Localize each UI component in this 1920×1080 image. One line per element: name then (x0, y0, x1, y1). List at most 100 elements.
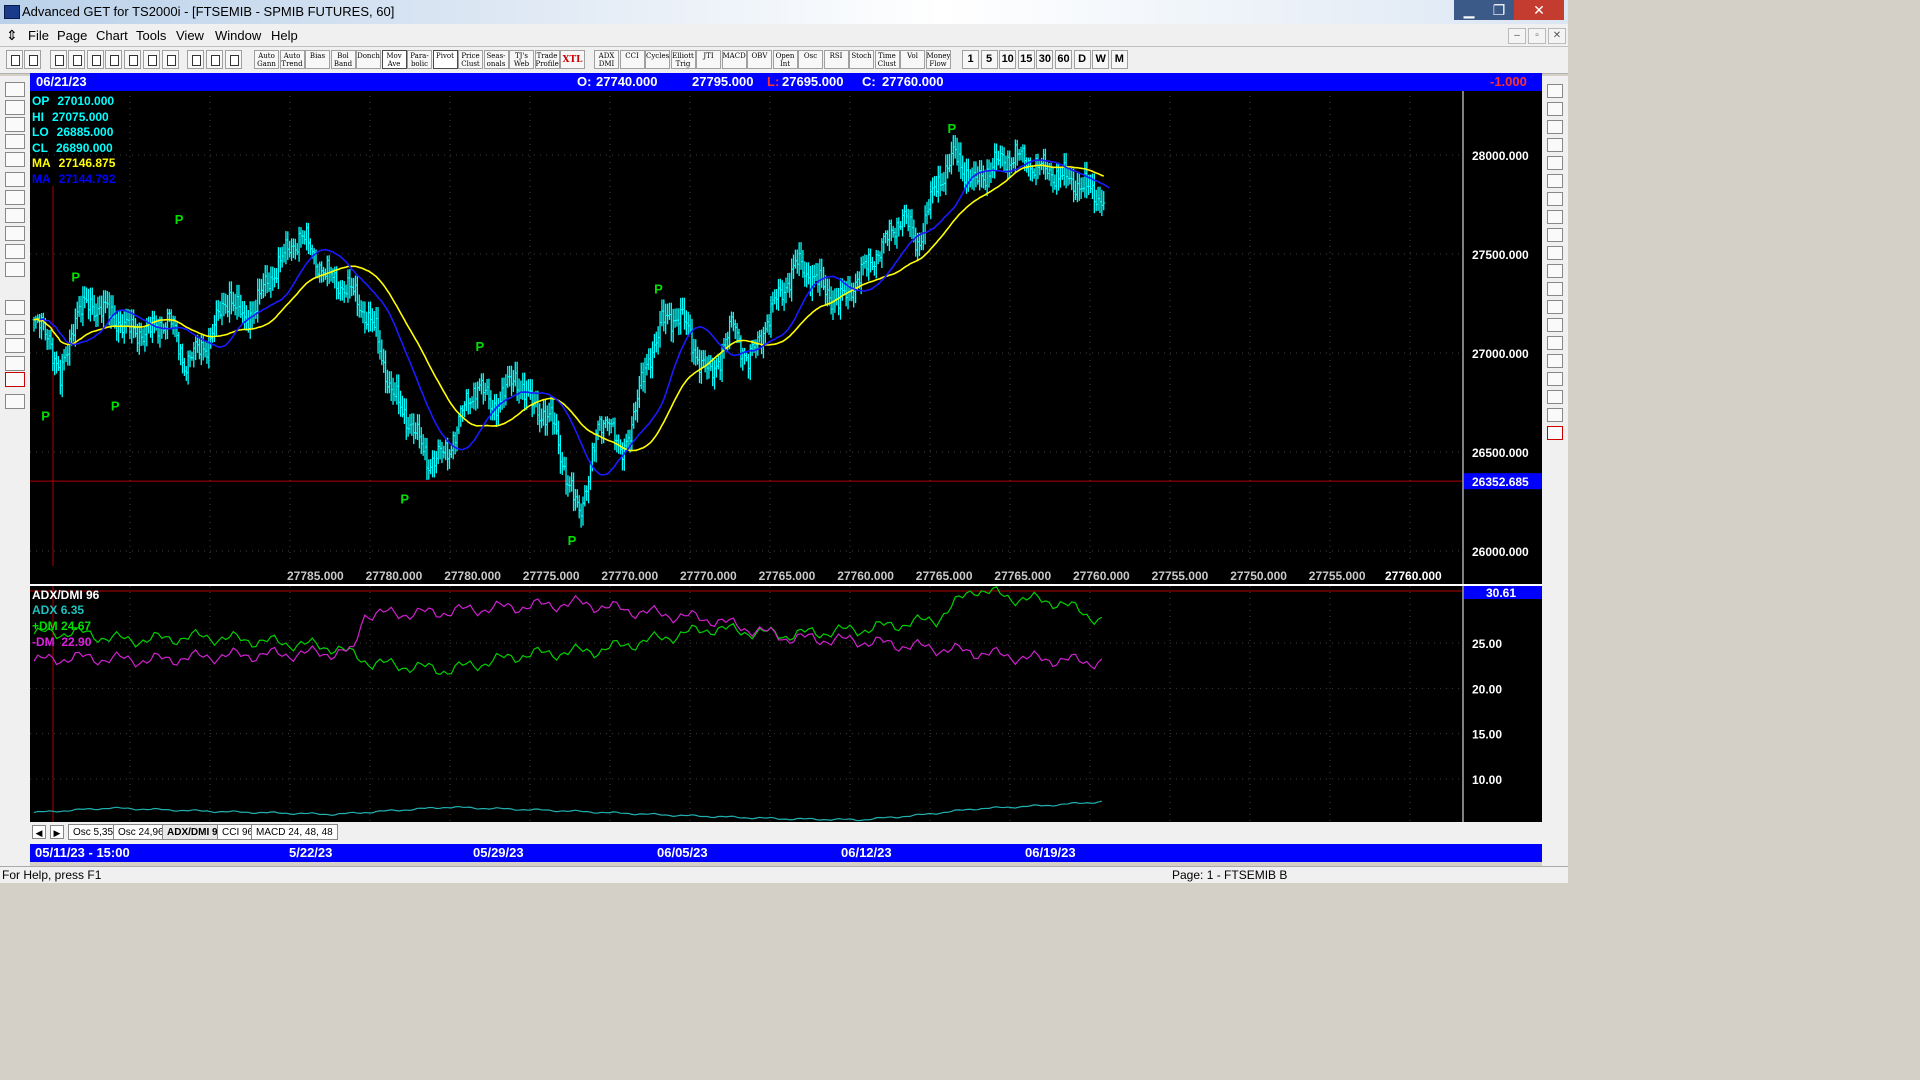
indicator-button[interactable]: JTI (696, 50, 721, 69)
indicator-button[interactable]: Time Clust (874, 50, 900, 69)
circle-icon[interactable] (1547, 192, 1563, 206)
menu-view[interactable]: View (176, 28, 204, 43)
indicator-button[interactable]: Open Int (772, 50, 798, 69)
study-button[interactable]: Pivot (432, 50, 458, 69)
tab-macd[interactable]: MACD 24, 48, 48 (251, 824, 338, 840)
timeframe-button[interactable]: 15 (1017, 50, 1035, 69)
indicator-button[interactable]: Osc (798, 50, 823, 69)
lines-icon[interactable] (5, 300, 25, 315)
zoom-icon[interactable] (1547, 354, 1563, 368)
indicator-button[interactable]: OBV (747, 50, 772, 69)
gann-icon[interactable] (5, 338, 25, 353)
timeframe-button[interactable]: 30 (1036, 50, 1054, 69)
arrow-up-icon[interactable] (5, 172, 25, 187)
save-page-icon[interactable] (68, 50, 85, 69)
adx-panel[interactable]: 30.61 25.00 20.00 15.00 10.00 ADX/DMI 96 ADX… (30, 586, 1542, 822)
mdi-close-button[interactable]: ✕ (1548, 28, 1566, 44)
study-button[interactable]: Donch (356, 50, 381, 69)
crosshair-icon[interactable] (5, 372, 25, 387)
menu-chart[interactable]: Chart (96, 28, 128, 43)
indicator-button[interactable]: RSI (823, 50, 849, 69)
page-icon[interactable] (1547, 390, 1563, 404)
indicator-button[interactable]: MACD (721, 50, 747, 69)
fan-icon[interactable] (1547, 210, 1563, 224)
tab-osc-24-96[interactable]: Osc 24,96 (113, 824, 169, 840)
magnet-icon[interactable] (1547, 426, 1563, 440)
price-chart[interactable]: P P P P P P P P P 28000.000 27500.000 27000.000 2650… (30, 91, 1542, 586)
tab-osc-5-35[interactable]: Osc 5,35 (68, 824, 119, 840)
mdi-minimize-button[interactable]: – (1508, 28, 1526, 44)
study-button[interactable]: Bol Band (330, 50, 356, 69)
timeframe-button[interactable]: M (1110, 50, 1128, 69)
lines-toggle-icon[interactable] (5, 320, 25, 335)
open-folder-icon[interactable] (5, 82, 25, 97)
indicator-button[interactable]: CCI (619, 50, 645, 69)
forward-icon[interactable] (105, 50, 122, 69)
study-button[interactable]: Price Clust (458, 50, 483, 69)
props-icon[interactable] (5, 394, 25, 409)
ellipse-icon[interactable] (1547, 246, 1563, 260)
grid-icon[interactable] (162, 50, 179, 69)
fib-icon[interactable] (5, 356, 25, 371)
elliott-icon[interactable] (5, 152, 25, 167)
menu-window[interactable]: Window (215, 28, 261, 43)
eye-icon[interactable] (5, 100, 25, 115)
expand-icon[interactable] (5, 262, 25, 277)
grid-icon[interactable] (1547, 300, 1563, 314)
timeframe-button[interactable]: 60 (1055, 50, 1072, 69)
study-button[interactable]: Seas-onals (483, 50, 509, 69)
close-button[interactable]: ✕ (1514, 0, 1564, 20)
study-button[interactable]: Mov Ave (381, 50, 407, 69)
menu-tools[interactable]: Tools (136, 28, 166, 43)
indicator-button[interactable]: Elliott Trig (670, 50, 696, 69)
indicator-button[interactable]: Vol (900, 50, 925, 69)
mob-icon[interactable] (1547, 318, 1563, 332)
copy-icon[interactable] (124, 50, 141, 69)
tools-icon[interactable] (5, 244, 25, 259)
menu-help[interactable]: Help (271, 28, 298, 43)
arrow-right-icon[interactable] (5, 226, 25, 241)
arrow-left-icon[interactable] (5, 208, 25, 223)
text-icon[interactable] (1547, 336, 1563, 350)
fib-ext-icon[interactable] (1547, 156, 1563, 170)
arrow-down-icon[interactable] (5, 190, 25, 205)
timeframe-button[interactable]: W (1092, 50, 1110, 69)
new-page-icon[interactable] (50, 50, 67, 69)
timeframe-button[interactable]: 10 (999, 50, 1017, 69)
timeframe-button[interactable]: 1 (962, 50, 979, 69)
pti-icon[interactable] (1547, 282, 1563, 296)
indicator-button[interactable]: ADX DMI (594, 50, 619, 69)
study-button[interactable]: Auto Trend (279, 50, 305, 69)
menu-file[interactable]: File (28, 28, 49, 43)
study-button[interactable]: Trade Profile (534, 50, 560, 69)
reset-icon[interactable] (5, 117, 25, 132)
tab-prev-icon[interactable]: ◀ (32, 825, 46, 839)
indicator-button[interactable]: Money Flow (925, 50, 951, 69)
study-button[interactable]: Para-bolic (407, 50, 432, 69)
timeframe-button[interactable]: D (1073, 50, 1091, 69)
maximize-button[interactable]: ❐ (1484, 0, 1514, 20)
fib-ret-icon[interactable] (1547, 138, 1563, 152)
list-icon[interactable] (1547, 408, 1563, 422)
mdi-restore-button[interactable]: ▫ (1528, 28, 1546, 44)
indicator-button[interactable]: Cycles (645, 50, 670, 69)
indicator-button[interactable]: Stoch (849, 50, 874, 69)
menu-page[interactable]: Page (57, 28, 87, 43)
study-button[interactable]: XTL (560, 50, 585, 69)
x-icon[interactable] (1547, 84, 1563, 98)
channel-icon[interactable] (1547, 264, 1563, 278)
study-button[interactable]: TJ's Web (509, 50, 534, 69)
nav-icon[interactable] (6, 50, 23, 69)
tab-next-icon[interactable]: ▶ (50, 825, 64, 839)
minimize-button[interactable]: ▁ (1454, 0, 1484, 20)
quote-icon[interactable] (24, 50, 41, 69)
brush-icon[interactable] (1547, 372, 1563, 386)
help-icon[interactable] (206, 50, 223, 69)
delete-icon[interactable] (143, 50, 160, 69)
back-icon[interactable] (87, 50, 104, 69)
timeframe-button[interactable]: 5 (980, 50, 998, 69)
box-icon[interactable] (1547, 228, 1563, 242)
context-help-icon[interactable] (225, 50, 242, 69)
study-icon[interactable] (5, 134, 25, 149)
pencil-icon[interactable] (1547, 102, 1563, 116)
